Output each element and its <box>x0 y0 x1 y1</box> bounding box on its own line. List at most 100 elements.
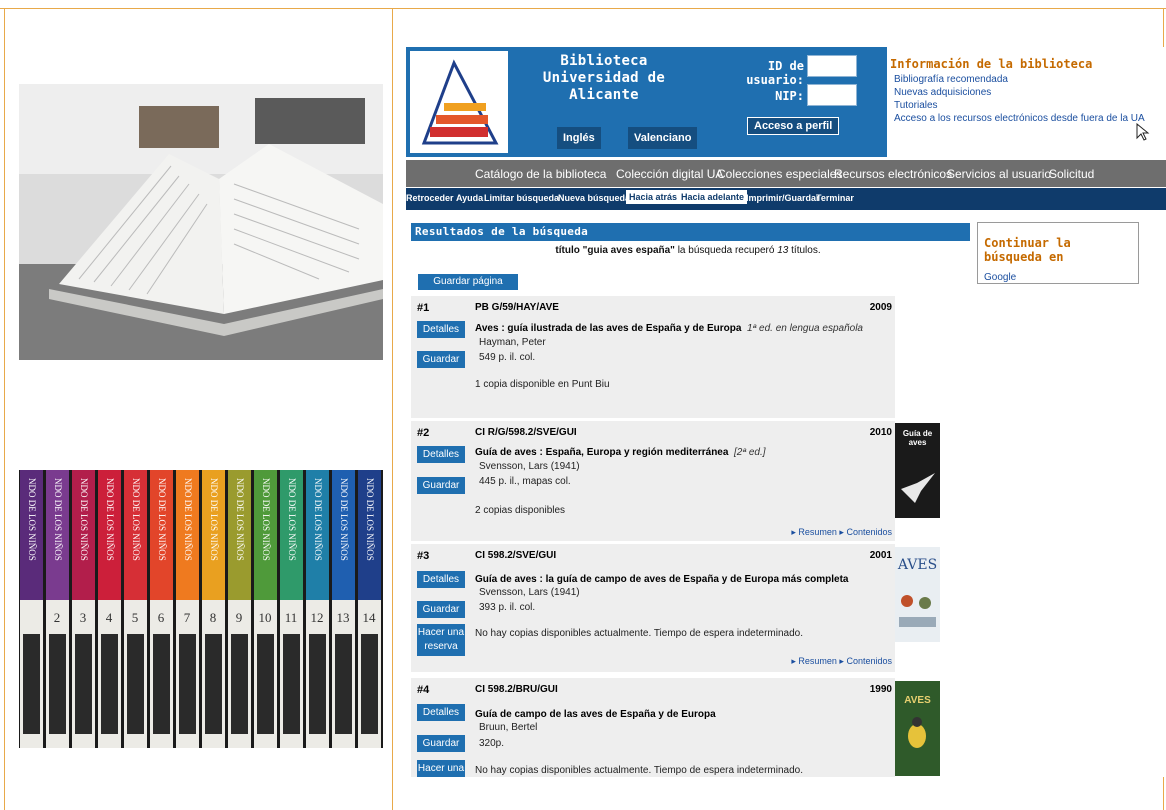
reserve-line2[interactable]: reserva <box>424 641 457 652</box>
book-cover-3[interactable]: AVES <box>895 547 940 642</box>
save-record-button[interactable]: Guardar <box>417 735 465 752</box>
encyclopedia-spine: NDO DE LOS NIÑOS 8 <box>202 470 225 748</box>
record-availability: No hay copias disponibles actualmente. T… <box>475 765 803 776</box>
spine-title: NDO DE LOS NIÑOS <box>157 478 167 561</box>
record-availability: No hay copias disponibles actualmente. T… <box>475 628 803 639</box>
save-record-button[interactable]: Guardar <box>417 351 465 368</box>
nav-request[interactable]: Solicitud <box>1049 167 1094 181</box>
contents-link[interactable]: ▸ Contenidos <box>839 656 892 666</box>
library-catalog: Biblioteca Universidad de Alicante Inglé… <box>406 47 1166 777</box>
result-record-3: #3 CI 598.2/SVE/GUI 2001 Detalles Guía d… <box>411 544 895 672</box>
details-button[interactable]: Detalles <box>417 704 465 721</box>
record-year: 2001 <box>869 550 892 561</box>
nav-special-collections[interactable]: Colecciones especiales <box>717 167 842 181</box>
toolbar-previous[interactable]: Hacia atrás <box>626 190 681 204</box>
toolbar-new-search[interactable]: Nueva búsqueda <box>558 193 630 203</box>
spine-number: 13 <box>337 610 350 625</box>
toolbar-limit-search[interactable]: Limitar búsqueda <box>484 193 559 203</box>
pin-input[interactable] <box>807 84 857 106</box>
nav-digital-collection[interactable]: Colección digital UA <box>616 167 723 181</box>
record-title[interactable]: Guía de campo de las aves de España y de… <box>475 709 716 720</box>
spine-title: NDO DE LOS NIÑOS <box>79 478 89 561</box>
record-author: Hayman, Peter <box>479 337 546 348</box>
spine-number: 7 <box>184 610 191 625</box>
record-title[interactable]: Aves : guía ilustrada de las aves de Esp… <box>475 323 863 334</box>
summary-mid: la búsqueda recuperó <box>677 245 775 256</box>
user-id-label: ID de usuario: <box>746 59 804 87</box>
info-link-bibliography[interactable]: Bibliografía recomendada <box>894 73 1166 86</box>
spine-number: 12 <box>311 610 324 625</box>
reserve-button[interactable]: Hacer una <box>417 760 465 777</box>
cover-title: AVES <box>904 695 931 706</box>
google-link[interactable]: Google <box>984 272 1132 283</box>
result-record-2: #2 CI R/G/598.2/SVE/GUI 2010 Detalles Gu… <box>411 421 895 541</box>
record-author: Svensson, Lars (1941) <box>479 461 580 472</box>
info-link-remote-access[interactable]: Acceso a los recursos electrónicos desde… <box>894 112 1166 125</box>
encyclopedia-spine: NDO DE LOS NIÑOS 4 <box>98 470 121 748</box>
spine-title: NDO DE LOS NIÑOS <box>131 478 141 561</box>
cover-title: AVES <box>897 557 938 573</box>
record-call-number: CI 598.2/BRU/GUI <box>475 684 558 695</box>
nav-user-services[interactable]: Servicios al usuario <box>947 167 1051 181</box>
nav-electronic-resources[interactable]: Recursos electrónicos <box>834 167 952 181</box>
record-title-text[interactable]: Guía de aves : España, Europa y región m… <box>475 447 728 458</box>
record-author: Svensson, Lars (1941) <box>479 587 580 598</box>
frame-left-border <box>4 8 5 810</box>
record-number: #1 <box>417 302 430 314</box>
details-button[interactable]: Detalles <box>417 321 465 338</box>
results-heading: Resultados de la búsqueda <box>411 223 970 241</box>
toolbar-next[interactable]: Hacia adelante <box>678 190 748 204</box>
book-cover-4[interactable]: AVES <box>895 681 940 776</box>
encyclopedia-spine: NDO DE LOS NIÑOS 11 <box>280 470 303 748</box>
record-physical: 549 p. il. col. <box>479 352 536 363</box>
record-title[interactable]: Guía de aves : España, Europa y región m… <box>475 447 766 458</box>
record-title[interactable]: Guía de aves : la guía de campo de aves … <box>475 574 848 585</box>
record-call-number: CI R/G/598.2/SVE/GUI <box>475 427 577 438</box>
summary-link-label[interactable]: Resumen <box>798 527 837 537</box>
library-title-line2: Universidad de Alicante <box>542 70 666 103</box>
reserve-line1[interactable]: Hacer una <box>418 627 464 638</box>
summary-query: "guia aves españa" <box>582 245 675 256</box>
record-physical: 393 p. il. col. <box>479 602 536 613</box>
book-cover-2[interactable]: Guía de aves <box>895 423 940 518</box>
spine-number: 14 <box>363 610 377 625</box>
save-record-button[interactable]: Guardar <box>417 601 465 618</box>
catalog-header: Biblioteca Universidad de Alicante Inglé… <box>406 47 887 157</box>
summary-link[interactable]: ▸ Resumen <box>791 527 837 537</box>
details-button[interactable]: Detalles <box>417 446 465 463</box>
info-link-acquisitions[interactable]: Nuevas adquisiciones <box>894 86 1166 99</box>
spine-title: NDO DE LOS NIÑOS <box>261 478 271 561</box>
info-link-tutorials[interactable]: Tutoriales <box>894 99 1166 112</box>
summary-link[interactable]: ▸ Resumen <box>791 656 837 666</box>
record-edition: 1ª ed. en lengua española <box>746 323 863 334</box>
encyclopedia-spine: NDO DE LOS NIÑOS 3 <box>72 470 95 748</box>
english-button[interactable]: Inglés <box>557 127 601 149</box>
spine-title: NDO DE LOS NIÑOS <box>339 478 349 561</box>
reserve-button[interactable]: Hacer una reserva <box>417 624 465 656</box>
toolbar-print-save[interactable]: Imprimir/Guardar <box>746 193 820 203</box>
toolbar-help[interactable]: Ayuda <box>456 193 483 203</box>
library-info-links: Bibliografía recomendada Nuevas adquisic… <box>890 73 1166 125</box>
user-id-input[interactable] <box>807 55 857 77</box>
spine-number: 9 <box>236 610 243 625</box>
encyclopedia-spine: NDO DE LOS NIÑOS 7 <box>176 470 199 748</box>
valencian-button[interactable]: Valenciano <box>628 127 698 149</box>
library-title: Biblioteca Universidad de Alicante <box>508 53 700 104</box>
contents-link-label[interactable]: Contenidos <box>846 656 892 666</box>
toolbar-exit[interactable]: Terminar <box>816 193 854 203</box>
encyclopedia-spines-illustration: NDO DE LOS NIÑOS NDO DE LOS NIÑOS2NDO DE … <box>20 470 381 748</box>
toolbar-back[interactable]: Retroceder <box>406 193 454 203</box>
contents-link[interactable]: ▸ Contenidos <box>839 527 892 537</box>
record-title-text[interactable]: Aves : guía ilustrada de las aves de Esp… <box>475 323 741 334</box>
open-book-illustration <box>19 84 383 360</box>
details-button[interactable]: Detalles <box>417 571 465 588</box>
profile-access-button[interactable]: Acceso a perfil <box>747 117 840 135</box>
contents-link-label[interactable]: Contenidos <box>846 527 892 537</box>
summary-link-label[interactable]: Resumen <box>798 656 837 666</box>
nav-catalog[interactable]: Catálogo de la biblioteca <box>475 167 606 181</box>
spine-title: NDO DE LOS NIÑOS <box>53 478 63 561</box>
record-links: ▸ Resumen ▸ Contenidos <box>791 527 892 538</box>
save-record-button[interactable]: Guardar <box>417 477 465 494</box>
summary-tail: títulos. <box>791 245 821 256</box>
save-page-button[interactable]: Guardar página <box>418 274 518 290</box>
